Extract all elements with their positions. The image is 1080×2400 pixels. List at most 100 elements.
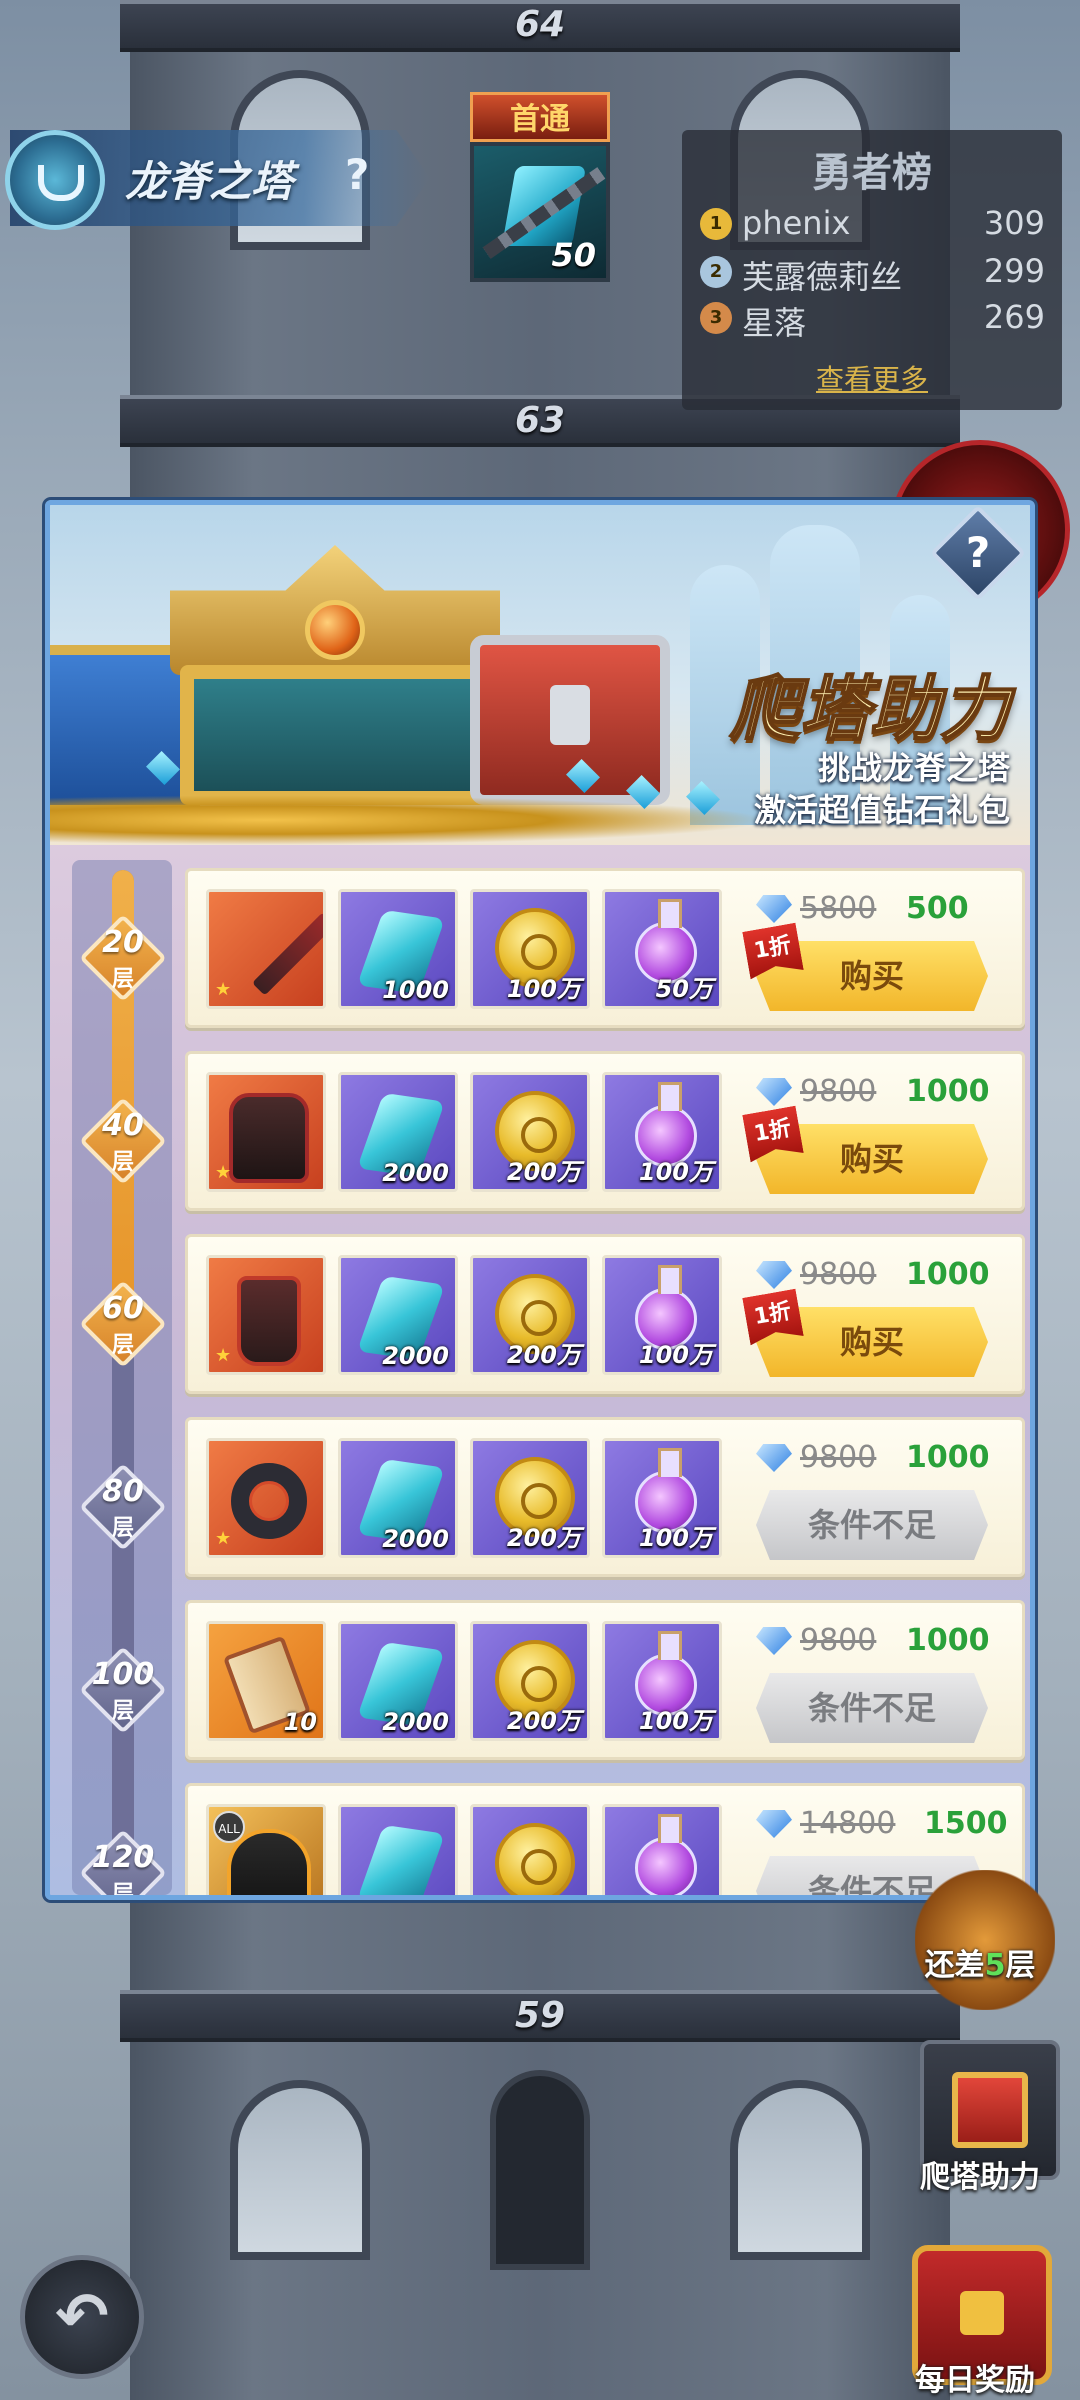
coin-pile-art (50, 795, 770, 845)
reward-item-scroll[interactable]: 10 (206, 1621, 326, 1741)
reward-item-potion[interactable]: 100万 (602, 1621, 722, 1741)
reward-item-gold[interactable] (470, 1804, 590, 1895)
item-quantity: 2000 (382, 1525, 449, 1553)
item-quantity: 2000 (382, 1342, 449, 1370)
reward-list[interactable]: ★ 1000 100万 50万 5800 500 购买 1折 ★ 2000 20… (185, 860, 1030, 1895)
popup-banner: 爬塔助力 挑战龙脊之塔 激活超值钻石礼包 ? (50, 505, 1030, 845)
item-quantity: 200万 (506, 1524, 581, 1552)
ranking-row: 2 芙露德莉丝 299 (700, 250, 1045, 296)
floor-number: 63 (514, 400, 566, 441)
reward-item-gold[interactable]: 200万 (470, 1621, 590, 1741)
reward-item-armor[interactable]: ★ (206, 1072, 326, 1192)
see-more-link[interactable]: 查看更多 (682, 358, 1062, 398)
price: 9800 1000 (756, 1623, 1006, 1663)
reward-item-crystal[interactable]: 2000 (338, 1072, 458, 1192)
gold-medal-icon: 1 (700, 208, 732, 240)
ranking-player-name: 芙露德莉丝 (742, 258, 903, 296)
ranking-player-score: 299 (983, 252, 1045, 290)
reward-item-potion[interactable]: 100万 (602, 1072, 722, 1192)
sale-price: 1000 (906, 1257, 990, 1292)
original-price: 14800 (800, 1806, 896, 1841)
gift-box-icon (952, 2072, 1028, 2148)
reward-row-100: 10 2000 200万 100万 9800 1000 条件不足 (185, 1600, 1025, 1760)
reward-item-weapon[interactable]: ★ (206, 889, 326, 1009)
treasure-chest-icon (960, 2291, 1004, 2335)
reward-item-gold[interactable]: 200万 (470, 1072, 590, 1192)
diamond-icon (756, 1261, 792, 1289)
star-icon: ★ (215, 979, 232, 1000)
reward-item-crystal[interactable] (338, 1804, 458, 1895)
reward-item-gold[interactable]: 200万 (470, 1255, 590, 1375)
ranking-row: 1 phenix 309 (700, 202, 1045, 246)
popup-subtitle: 激活超值钻石礼包 (753, 791, 1010, 829)
back-arrow-icon: ↶ (55, 2280, 109, 2354)
reward-item-potion[interactable]: 100万 (602, 1438, 722, 1558)
rules-help-button[interactable]: ? (345, 150, 369, 199)
sale-price: 1000 (906, 1074, 990, 1109)
milestone-80: 80 层 (79, 1463, 167, 1551)
daily-reward-label: 每日奖励 (915, 2363, 1035, 2398)
price: 9800 1000 (756, 1440, 1006, 1480)
reward-item-gold[interactable]: 200万 (470, 1438, 590, 1558)
requirement-not-met-button[interactable]: 条件不足 (756, 1673, 988, 1743)
original-price: 9800 (800, 1257, 877, 1292)
reward-item-crystal[interactable]: 2000 (338, 1621, 458, 1741)
milestone-60: 60 层 (79, 1280, 167, 1368)
armor-icon (229, 1093, 309, 1183)
page-title: 龙脊之塔 (125, 157, 294, 206)
milestone-20: 20 层 (79, 914, 167, 1002)
all-badge: ALL (213, 1811, 245, 1843)
item-quantity: 1000 (382, 976, 449, 1004)
first-clear-reward[interactable]: 50 (470, 142, 610, 282)
item-quantity: 200万 (506, 1707, 581, 1735)
question-icon: ? (965, 528, 991, 577)
reward-item-boots[interactable]: ★ (206, 1255, 326, 1375)
item-quantity: 50万 (655, 975, 713, 1003)
weapon-icon (252, 912, 323, 996)
star-icon: ★ (215, 1162, 232, 1183)
reward-item-potion[interactable]: 50万 (602, 889, 722, 1009)
tower-door (490, 2070, 590, 2270)
item-quantity: 2000 (382, 1159, 449, 1187)
gold-coin-icon (495, 1823, 575, 1895)
ring-icon (231, 1463, 307, 1539)
original-price: 9800 (800, 1623, 877, 1658)
diamond-icon (756, 1444, 792, 1472)
silver-medal-icon: 2 (700, 256, 732, 288)
reward-item-potion[interactable] (602, 1804, 722, 1895)
popup-subtitle: 挑战龙脊之塔 (817, 749, 1010, 787)
item-quantity: 100万 (638, 1341, 713, 1369)
reward-item-gold[interactable]: 100万 (470, 889, 590, 1009)
reward-item-potion[interactable]: 100万 (602, 1255, 722, 1375)
item-quantity: 200万 (506, 1158, 581, 1186)
reward-row-120: ALL 14800 1500 条件不足 (185, 1783, 1025, 1895)
sale-price: 500 (906, 891, 969, 926)
reward-item-crystal[interactable]: 1000 (338, 889, 458, 1009)
climb-assist-popup: 爬塔助力 挑战龙脊之塔 激活超值钻石礼包 ? 20 层 40 层 60 层 80… (45, 500, 1035, 1900)
reward-item-ring[interactable]: ★ (206, 1438, 326, 1558)
requirement-not-met-button[interactable]: 条件不足 (756, 1490, 988, 1560)
popup-title: 爬塔助力 (729, 667, 1011, 751)
ranking-panel[interactable]: 勇者榜 1 phenix 309 2 芙露德莉丝 299 3 星落 269 查看… (682, 130, 1062, 410)
sale-price: 1000 (906, 1440, 990, 1475)
star-icon: ★ (215, 1528, 232, 1549)
ranking-title: 勇者榜 (812, 150, 932, 196)
first-clear-badge: 首通 (470, 92, 610, 142)
potion-icon (635, 1814, 697, 1895)
floors-remaining: 还差5层 (924, 1948, 1036, 1983)
reward-row-60: ★ 2000 200万 100万 9800 1000 购买 1折 (185, 1234, 1025, 1394)
back-button[interactable]: ↶ (20, 2255, 144, 2379)
reward-item-crystal[interactable]: 2000 (338, 1255, 458, 1375)
original-price: 9800 (800, 1440, 877, 1475)
ranking-player-score: 309 (983, 204, 1045, 242)
item-quantity: 10 (283, 1708, 317, 1736)
star-icon: ★ (215, 1345, 232, 1366)
original-price: 9800 (800, 1074, 877, 1109)
bronze-medal-icon: 3 (700, 302, 732, 334)
price: 14800 1500 (756, 1806, 1008, 1846)
popup-help-button[interactable]: ? (929, 505, 1027, 602)
item-quantity: 100万 (638, 1707, 713, 1735)
reward-item-crystal[interactable]: 2000 (338, 1438, 458, 1558)
reward-item-helmet[interactable]: ALL (206, 1804, 326, 1895)
item-quantity: 200万 (506, 1341, 581, 1369)
